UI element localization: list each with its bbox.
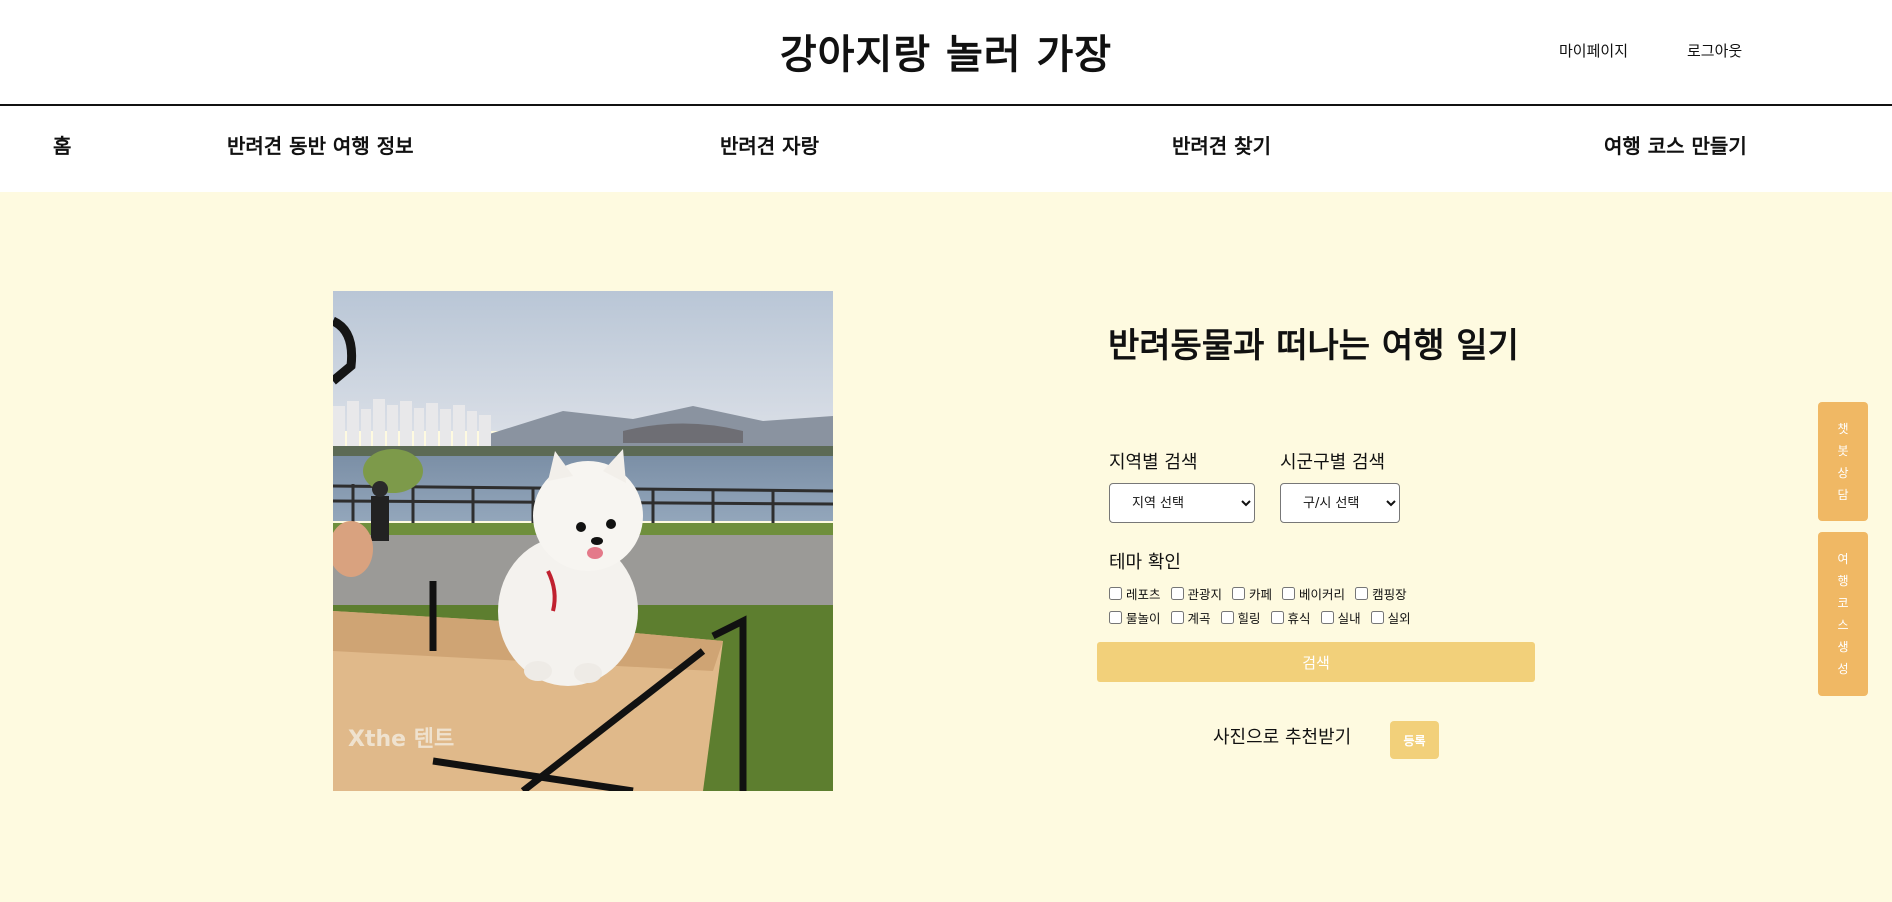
search-button[interactable]: 검색 (1097, 642, 1535, 682)
chatbot-char: 담 (1837, 487, 1849, 502)
course-char: 여 (1837, 552, 1849, 566)
nav-make-course[interactable]: 여행 코스 만들기 (1604, 130, 1747, 159)
region-select[interactable]: 지역 선택 (1109, 483, 1255, 523)
course-char: 생 (1837, 640, 1849, 654)
theme-option[interactable]: 카페 (1232, 584, 1272, 603)
theme-checkbox[interactable] (1282, 586, 1296, 600)
chatbot-char: 챗 (1837, 421, 1849, 436)
theme-checkbox[interactable] (1370, 610, 1384, 624)
course-generate-button[interactable]: 여 행 코 스 생 성 (1818, 532, 1868, 696)
chatbot-char: 상 (1837, 465, 1849, 480)
course-char: 행 (1837, 574, 1849, 588)
theme-row-2: 물놀이 계곡 힐링 휴식 실내 실외 (1109, 605, 1489, 629)
nav-find-pet[interactable]: 반려견 찾기 (1172, 130, 1271, 159)
logout-link[interactable]: 로그아웃 (1687, 40, 1742, 61)
theme-checkbox[interactable] (1355, 586, 1369, 600)
course-char: 성 (1837, 662, 1849, 676)
theme-checkbox[interactable] (1109, 610, 1122, 624)
theme-row-1: 레포츠 관광지 카페 베이커리 캠핑장 (1109, 581, 1489, 605)
theme-checkbox[interactable] (1220, 610, 1234, 624)
svg-text:Xthe 텐트: Xthe 텐트 (348, 727, 454, 752)
dog-photo: Xthe 텐트 (333, 291, 833, 791)
theme-checkbox[interactable] (1109, 586, 1122, 600)
chatbot-consult-button[interactable]: 챗 봇 상 담 (1818, 402, 1868, 521)
theme-option[interactable]: 힐링 (1220, 608, 1261, 627)
site-header: 강아지랑 놀러 가장 마이페이지 로그아웃 (0, 0, 1892, 106)
main-nav: 홈 반려견 동반 여행 정보 반려견 자랑 반려견 찾기 여행 코스 만들기 (0, 108, 1892, 192)
course-char: 스 (1837, 618, 1849, 632)
theme-checkbox[interactable] (1170, 586, 1184, 600)
theme-checkbox[interactable] (1232, 586, 1246, 600)
mypage-link[interactable]: 마이페이지 (1559, 40, 1628, 61)
page-title: 반려동물과 떠나는 여행 일기 (1108, 326, 1519, 366)
theme-option[interactable]: 실외 (1370, 608, 1411, 627)
main-content: Xthe 텐트 반려동물과 떠나는 여행 일기 지역별 검색 지역 선택 시군구… (0, 192, 1892, 902)
nav-home[interactable]: 홈 (53, 130, 71, 159)
photo-recommend-label: 사진으로 추천받기 (1213, 727, 1352, 748)
theme-checkbox[interactable] (1320, 610, 1334, 624)
district-search-label: 시군구별 검색 (1280, 452, 1386, 473)
nav-travel-info[interactable]: 반려견 동반 여행 정보 (227, 130, 414, 159)
theme-option[interactable]: 물놀이 (1109, 608, 1161, 627)
theme-option[interactable]: 휴식 (1270, 608, 1311, 627)
theme-checkbox[interactable] (1170, 610, 1184, 624)
theme-label: 테마 확인 (1109, 552, 1181, 573)
theme-option[interactable]: 레포츠 (1109, 584, 1161, 603)
course-char: 코 (1837, 596, 1849, 610)
theme-option[interactable]: 캠핑장 (1355, 584, 1407, 603)
nav-pet-boast[interactable]: 반려견 자랑 (720, 130, 819, 159)
theme-option[interactable]: 계곡 (1170, 608, 1211, 627)
chatbot-char: 봇 (1837, 443, 1849, 458)
theme-checkboxes: 레포츠 관광지 카페 베이커리 캠핑장 물놀이 계곡 힐링 휴식 실내 실외 (1109, 581, 1489, 629)
theme-option[interactable]: 베이커리 (1282, 584, 1345, 603)
theme-option[interactable]: 관광지 (1170, 584, 1222, 603)
region-search-label: 지역별 검색 (1109, 452, 1198, 473)
district-select[interactable]: 구/시 선택 (1280, 483, 1400, 523)
register-button[interactable]: 등록 (1390, 721, 1439, 759)
theme-checkbox[interactable] (1270, 610, 1284, 624)
theme-option[interactable]: 실내 (1320, 608, 1361, 627)
